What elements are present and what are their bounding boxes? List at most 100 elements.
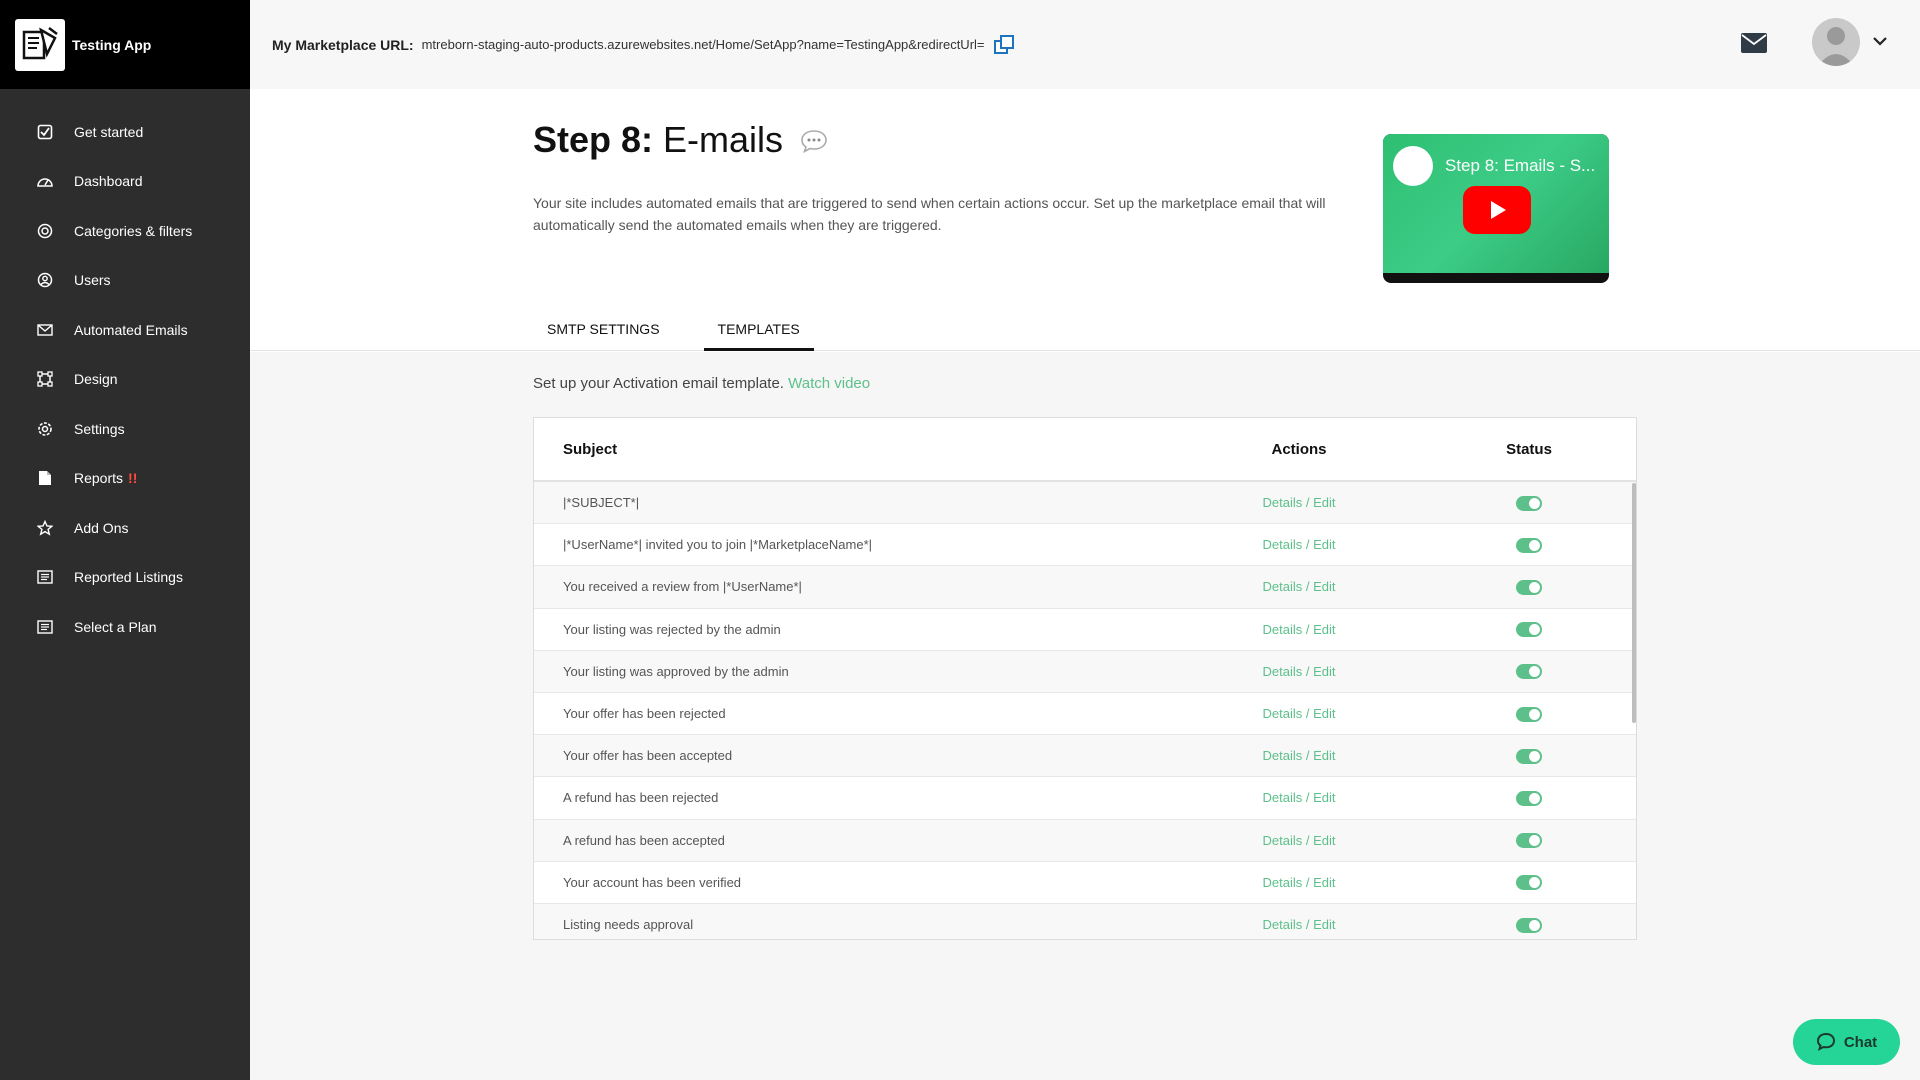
sidebar-item-label: Settings bbox=[74, 420, 125, 437]
templates-panel: Set up your Activation email template. W… bbox=[250, 352, 1920, 1080]
envelope-icon bbox=[36, 321, 54, 339]
details-edit-link[interactable]: Details / Edit bbox=[1154, 706, 1444, 721]
details-edit-link[interactable]: Details / Edit bbox=[1154, 790, 1444, 805]
sidebar: Testing App Get started Dashboard Catego… bbox=[0, 0, 250, 1080]
tab-smtp-settings[interactable]: SMTP SETTINGS bbox=[533, 309, 674, 351]
watch-video-link[interactable]: Watch video bbox=[788, 375, 870, 392]
details-edit-link[interactable]: Details / Edit bbox=[1154, 537, 1444, 552]
table-row: Your offer has been rejected Details / Ed… bbox=[534, 693, 1636, 736]
table-body: |*SUBJECT*| Details / Edit |*UserName*| in… bbox=[534, 482, 1636, 939]
template-subject: A refund has been accepted bbox=[563, 832, 725, 848]
marketplace-url-value[interactable]: mtreborn-staging-auto-products.azurewebs… bbox=[422, 37, 985, 52]
status-cell bbox=[1444, 537, 1614, 553]
comment-bubble-icon[interactable] bbox=[799, 121, 829, 163]
status-toggle[interactable] bbox=[1516, 580, 1542, 595]
sidebar-item-automated-emails[interactable]: Automated Emails bbox=[0, 305, 250, 355]
dashboard-gauge-icon bbox=[36, 172, 54, 190]
play-icon bbox=[1491, 201, 1506, 219]
page-title: Step 8: E-mails bbox=[533, 119, 829, 163]
status-toggle[interactable] bbox=[1516, 664, 1542, 680]
document-icon bbox=[36, 469, 54, 487]
sidebar-item-add-ons[interactable]: Add Ons bbox=[0, 503, 250, 553]
mail-icon[interactable] bbox=[1740, 32, 1768, 59]
status-cell bbox=[1444, 495, 1614, 511]
status-toggle[interactable] bbox=[1516, 833, 1542, 849]
details-edit-link[interactable]: Details / Edit bbox=[1154, 875, 1444, 890]
status-toggle[interactable] bbox=[1516, 748, 1542, 764]
template-subject: You received a review from |*UserName*| bbox=[563, 579, 802, 595]
table-row: Listing needs approval Details / Edit bbox=[534, 903, 1636, 939]
target-icon bbox=[36, 222, 54, 240]
status-toggle[interactable] bbox=[1516, 706, 1542, 722]
step-label: Step 8: bbox=[533, 119, 654, 160]
brand[interactable]: Testing App bbox=[0, 0, 250, 89]
status-cell bbox=[1444, 579, 1614, 595]
chat-button[interactable]: Chat bbox=[1793, 1019, 1900, 1065]
app-logo-icon bbox=[15, 18, 65, 71]
tab-templates[interactable]: TEMPLATES bbox=[703, 309, 814, 351]
sidebar-item-label: Automated Emails bbox=[74, 321, 188, 338]
sidebar-item-reported-listings[interactable]: Reported Listings bbox=[0, 553, 250, 603]
copy-icon[interactable] bbox=[993, 34, 1015, 56]
chat-icon bbox=[1816, 1032, 1835, 1051]
sidebar-item-settings[interactable]: Settings bbox=[0, 404, 250, 454]
table-scrollbar[interactable] bbox=[1632, 483, 1636, 723]
sidebar-item-label: Get started bbox=[74, 123, 144, 140]
checkbox-icon bbox=[36, 123, 54, 141]
details-edit-link[interactable]: Details / Edit bbox=[1154, 833, 1444, 848]
table-header: Subject Actions Status bbox=[534, 418, 1636, 482]
user-avatar-icon bbox=[1818, 27, 1854, 66]
details-edit-link[interactable]: Details / Edit bbox=[1154, 495, 1444, 510]
status-toggle[interactable] bbox=[1516, 917, 1542, 933]
status-cell bbox=[1444, 621, 1614, 638]
table-row: Your account has been verified Details / … bbox=[534, 862, 1636, 904]
table-row: You received a review from |*UserName*| D… bbox=[534, 566, 1636, 609]
marketplace-url-label: My Marketplace URL: bbox=[272, 36, 414, 53]
sidebar-item-label: Reported Listings bbox=[74, 569, 183, 586]
sidebar-item-get-started[interactable]: Get started bbox=[0, 107, 250, 157]
avatar[interactable] bbox=[1812, 18, 1860, 66]
templates-table: Subject Actions Status |*SUBJECT*| Detail… bbox=[533, 417, 1637, 940]
details-edit-link[interactable]: Details / Edit bbox=[1154, 579, 1444, 594]
table-row: |*SUBJECT*| Details / Edit bbox=[534, 482, 1636, 525]
page-description: Your site includes automated emails that… bbox=[533, 195, 1326, 233]
details-edit-link[interactable]: Details / Edit bbox=[1154, 622, 1444, 637]
gear-icon bbox=[36, 420, 54, 438]
play-button[interactable] bbox=[1463, 186, 1531, 234]
channel-logo-icon bbox=[1393, 146, 1433, 186]
details-edit-link[interactable]: Details / Edit bbox=[1154, 917, 1444, 932]
templates-intro: Set up your Activation email template. W… bbox=[533, 375, 870, 392]
table-row: A refund has been rejected Details / Edit bbox=[534, 777, 1636, 820]
table-row: |*UserName*| invited you to join |*Marke… bbox=[534, 524, 1636, 567]
video-thumbnail[interactable]: Step 8: Emails - S... bbox=[1383, 134, 1609, 283]
chevron-down-icon[interactable] bbox=[1872, 33, 1888, 51]
template-subject: Your listing was rejected by the admin bbox=[563, 621, 781, 637]
app-name: Testing App bbox=[72, 36, 152, 53]
sidebar-item-categories[interactable]: Categories & filters bbox=[0, 206, 250, 256]
sidebar-item-dashboard[interactable]: Dashboard bbox=[0, 157, 250, 207]
sidebar-item-label: Design bbox=[74, 371, 118, 388]
details-edit-link[interactable]: Details / Edit bbox=[1154, 664, 1444, 679]
chat-label: Chat bbox=[1843, 1033, 1878, 1051]
column-header-status: Status bbox=[1506, 440, 1552, 458]
status-toggle[interactable] bbox=[1516, 875, 1542, 891]
sidebar-item-users[interactable]: Users bbox=[0, 256, 250, 306]
template-subject: Your offer has been accepted bbox=[563, 748, 733, 764]
step-name: E-mails bbox=[663, 119, 784, 160]
status-toggle[interactable] bbox=[1516, 790, 1542, 806]
template-subject: |*UserName*| invited you to join |*Marke… bbox=[563, 537, 873, 553]
status-toggle[interactable] bbox=[1516, 622, 1542, 638]
status-toggle[interactable] bbox=[1516, 537, 1542, 553]
column-header-subject: Subject bbox=[563, 440, 618, 458]
details-edit-link[interactable]: Details / Edit bbox=[1154, 748, 1444, 763]
template-subject: Your listing was approved by the admin bbox=[563, 663, 789, 679]
status-cell bbox=[1444, 706, 1614, 722]
status-toggle[interactable] bbox=[1516, 495, 1542, 511]
sidebar-item-select-plan[interactable]: Select a Plan bbox=[0, 602, 250, 652]
status-cell bbox=[1444, 748, 1614, 764]
page-header: Step 8: E-mails Your site includes autom… bbox=[250, 89, 1920, 351]
video-title: Step 8: Emails - S... bbox=[1445, 156, 1596, 175]
templates-intro-text: Set up your Activation email template. bbox=[533, 375, 784, 392]
sidebar-item-design[interactable]: Design bbox=[0, 355, 250, 405]
sidebar-item-reports[interactable]: Reports !! bbox=[0, 454, 250, 504]
